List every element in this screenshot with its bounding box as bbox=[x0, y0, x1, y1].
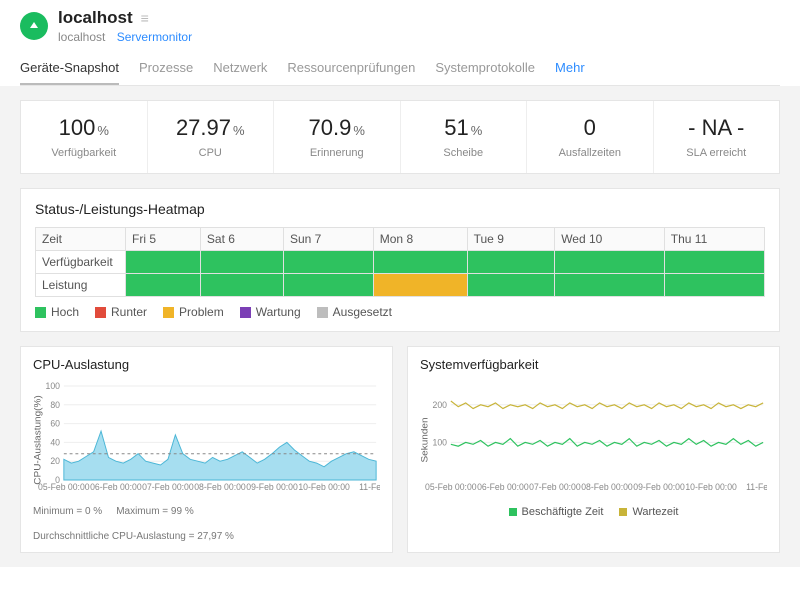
metric-sla erreicht: - NA -SLA erreicht bbox=[654, 101, 780, 173]
heatmap-cell[interactable] bbox=[555, 274, 665, 297]
metric-cpu: 27.97%CPU bbox=[148, 101, 275, 173]
svg-text:06-Feb 00:00: 06-Feb 00:00 bbox=[477, 482, 529, 492]
subtitle-host: localhost bbox=[58, 30, 105, 44]
heatmap-title: Status-/Leistungs-Heatmap bbox=[35, 201, 765, 217]
tab-geräte-snapshot[interactable]: Geräte-Snapshot bbox=[20, 54, 119, 85]
cpu-avg: Durchschnittliche CPU-Auslastung = 27,97… bbox=[33, 531, 234, 542]
metrics-card: 100%Verfügbarkeit27.97%CPU70.9%Erinnerun… bbox=[20, 100, 780, 174]
heatmap-cell[interactable] bbox=[126, 274, 201, 297]
svg-text:09-Feb 00:00: 09-Feb 00:00 bbox=[633, 482, 685, 492]
tab-netzwerk[interactable]: Netzwerk bbox=[213, 54, 267, 85]
tab-prozesse[interactable]: Prozesse bbox=[139, 54, 193, 85]
svg-text:200: 200 bbox=[433, 400, 448, 410]
heatmap-cell[interactable] bbox=[126, 251, 201, 274]
heatmap-cell[interactable] bbox=[664, 274, 764, 297]
svg-text:11-Feb 0: 11-Feb 0 bbox=[746, 482, 767, 492]
heatmap-cell[interactable] bbox=[467, 251, 555, 274]
menu-icon[interactable]: ≡ bbox=[141, 10, 149, 26]
cpu-chart-card: CPU-Auslastung 020406080100CPU-Auslastun… bbox=[20, 346, 393, 553]
heatmap-cell[interactable] bbox=[373, 251, 467, 274]
tab-systemprotokolle[interactable]: Systemprotokolle bbox=[435, 54, 535, 85]
svg-text:100: 100 bbox=[46, 381, 61, 391]
availability-chart-card: Systemverfügbarkeit 100 200Sekunden 05-Feb… bbox=[407, 346, 780, 553]
legend-wartung: Wartung bbox=[240, 305, 301, 319]
status-up-icon bbox=[20, 12, 48, 40]
legend-wait: Wartezeit bbox=[619, 506, 678, 518]
heatmap-cell[interactable] bbox=[283, 274, 373, 297]
metric-verfügbarkeit: 100%Verfügbarkeit bbox=[21, 101, 148, 173]
heatmap-card: Status-/Leistungs-Heatmap ZeitFri 5Sat 6… bbox=[20, 188, 780, 332]
legend-problem: Problem bbox=[163, 305, 224, 319]
svg-text:07-Feb 00:00: 07-Feb 00:00 bbox=[142, 482, 194, 492]
svg-text:80: 80 bbox=[50, 400, 60, 410]
svg-text:20: 20 bbox=[50, 456, 60, 466]
cpu-min: Minimum = 0 % bbox=[33, 506, 102, 517]
svg-text:CPU-Auslastung(%): CPU-Auslastung(%) bbox=[33, 395, 44, 484]
metric-erinnerung: 70.9%Erinnerung bbox=[274, 101, 401, 173]
svg-text:Sekunden: Sekunden bbox=[420, 417, 431, 462]
svg-text:11-Feb 0: 11-Feb 0 bbox=[359, 482, 380, 492]
page-title: localhost bbox=[58, 8, 133, 28]
svg-text:100: 100 bbox=[433, 437, 448, 447]
metric-scheibe: 51%Scheibe bbox=[401, 101, 528, 173]
heatmap-cell[interactable] bbox=[555, 251, 665, 274]
legend-runter: Runter bbox=[95, 305, 147, 319]
heatmap-cell[interactable] bbox=[664, 251, 764, 274]
svg-text:05-Feb 00:00: 05-Feb 00:00 bbox=[38, 482, 90, 492]
heatmap-cell[interactable] bbox=[200, 251, 283, 274]
subtitle-link[interactable]: Servermonitor bbox=[117, 30, 192, 44]
tab-bar: Geräte-Snapshot Prozesse Netzwerk Ressource… bbox=[20, 54, 780, 86]
svg-text:40: 40 bbox=[50, 437, 60, 447]
svg-text:09-Feb 00:00: 09-Feb 00:00 bbox=[246, 482, 298, 492]
svg-text:08-Feb 00:00: 08-Feb 00:00 bbox=[194, 482, 246, 492]
cpu-chart-title: CPU-Auslastung bbox=[33, 357, 380, 372]
heatmap-table: ZeitFri 5Sat 6Sun 7Mon 8Tue 9Wed 10Thu 1… bbox=[35, 227, 765, 297]
svg-text:10-Feb 00:00: 10-Feb 00:00 bbox=[298, 482, 350, 492]
svg-text:10-Feb 00:00: 10-Feb 00:00 bbox=[685, 482, 737, 492]
avail-chart-title: Systemverfügbarkeit bbox=[420, 357, 767, 372]
svg-text:60: 60 bbox=[50, 418, 60, 428]
svg-text:05-Feb 00:00: 05-Feb 00:00 bbox=[425, 482, 477, 492]
tab-ressourcenprüfungen[interactable]: Ressourcenprüfungen bbox=[287, 54, 415, 85]
legend-busy: Beschäftigte Zeit bbox=[509, 506, 604, 518]
metric-ausfallzeiten: 0Ausfallzeiten bbox=[527, 101, 654, 173]
svg-text:06-Feb 00:00: 06-Feb 00:00 bbox=[90, 482, 142, 492]
heatmap-cell[interactable] bbox=[283, 251, 373, 274]
heatmap-cell[interactable] bbox=[373, 274, 467, 297]
cpu-max: Maximum = 99 % bbox=[116, 506, 194, 517]
heatmap-cell[interactable] bbox=[200, 274, 283, 297]
heatmap-cell[interactable] bbox=[467, 274, 555, 297]
tab-mehr[interactable]: Mehr bbox=[555, 54, 585, 85]
svg-text:08-Feb 00:00: 08-Feb 00:00 bbox=[581, 482, 633, 492]
legend-ausgesetzt: Ausgesetzt bbox=[317, 305, 392, 319]
legend-hoch: Hoch bbox=[35, 305, 79, 319]
svg-text:07-Feb 00:00: 07-Feb 00:00 bbox=[529, 482, 581, 492]
